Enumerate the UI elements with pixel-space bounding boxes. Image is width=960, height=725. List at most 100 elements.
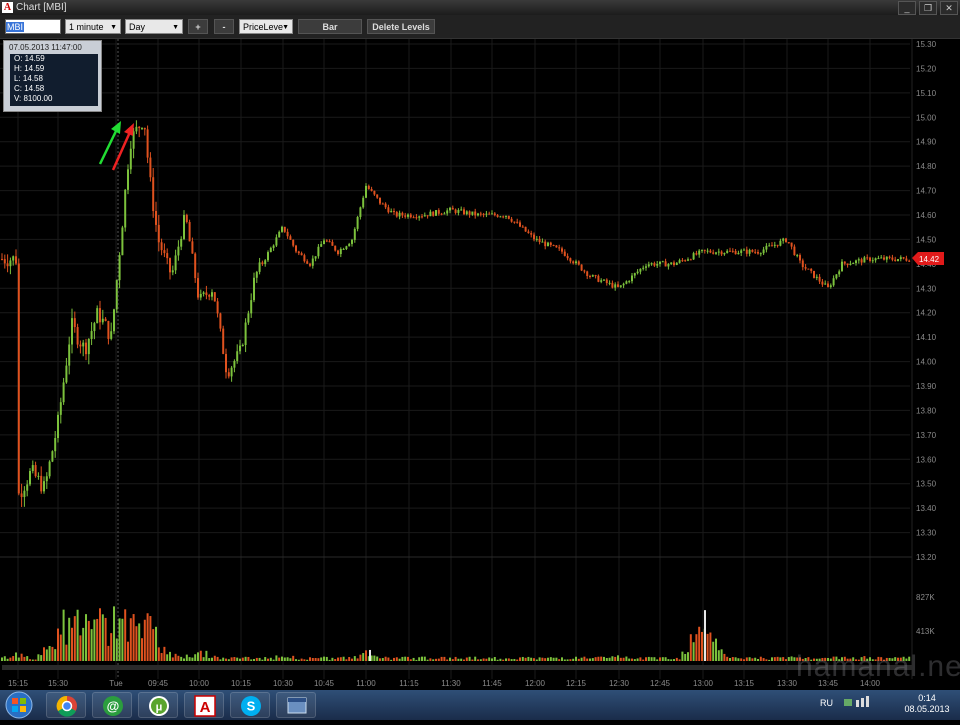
candle-body	[869, 257, 871, 261]
tray-icons[interactable]	[842, 696, 872, 712]
volume-bar	[544, 658, 547, 661]
candle-body	[71, 318, 73, 345]
minimize-button[interactable]: _	[898, 1, 916, 15]
candle-body	[45, 476, 48, 482]
candle-body	[65, 365, 68, 383]
chart-scrollbar[interactable]	[2, 665, 912, 670]
volume-bar	[664, 657, 667, 661]
volume-bar	[479, 659, 482, 661]
candle-body	[737, 252, 740, 255]
candle-body	[409, 214, 412, 218]
candle-body	[17, 263, 20, 494]
range-select[interactable]: Day ▼	[125, 19, 183, 34]
range-value: Day	[129, 22, 146, 32]
close-button[interactable]: ✕	[940, 1, 958, 15]
candle-body	[605, 279, 608, 284]
candle-body	[174, 255, 177, 271]
clock[interactable]: 0:14 08.05.2013	[898, 693, 956, 715]
candle-body	[779, 240, 782, 246]
volume-bar	[236, 657, 239, 661]
candle-body	[202, 292, 205, 294]
candle-body	[801, 260, 804, 268]
volume-bar	[437, 658, 440, 661]
zoom-out-button[interactable]: -	[214, 19, 234, 34]
volume-bar	[384, 656, 387, 661]
candle-body	[269, 247, 272, 253]
interval-select[interactable]: 1 minute ▼	[65, 19, 121, 34]
candle-body	[129, 148, 132, 170]
candle-body	[222, 328, 225, 354]
volume-bar	[549, 657, 552, 661]
volume-bar	[300, 658, 303, 661]
candle-body	[849, 263, 852, 265]
chart-toolbar: MBI 1 minute ▼ Day ▼ + - PriceLeve ▼ Bar De…	[0, 15, 960, 39]
volume-bar	[227, 659, 230, 661]
volume-bar	[720, 649, 723, 661]
drawing-tool-select[interactable]: PriceLeve ▼	[239, 19, 293, 34]
candle-body	[628, 281, 631, 283]
volume-bar	[3, 656, 6, 661]
time-tick-label: 13:30	[777, 679, 798, 688]
volume-bar	[667, 659, 670, 661]
volume-bar	[407, 656, 409, 661]
volume-bar	[331, 657, 334, 661]
volume-bar	[121, 618, 124, 661]
volume-bar	[689, 634, 692, 661]
bar-style-button[interactable]: Bar	[298, 19, 362, 34]
candle-body	[124, 189, 127, 228]
start-button[interactable]	[2, 690, 36, 720]
volume-bar	[211, 657, 213, 661]
maximize-button[interactable]: ❐	[919, 1, 937, 15]
candle-body	[787, 242, 790, 244]
candle-body	[743, 249, 745, 251]
candle-body	[404, 215, 407, 217]
volume-bar	[6, 658, 9, 661]
taskbar-window[interactable]	[276, 692, 316, 718]
chart-area[interactable]: 15.30 15.20 15.10 15.00 14.90 14.80 14.70 14.60…	[0, 39, 960, 690]
candle-body	[813, 270, 815, 278]
candle-body	[213, 292, 216, 302]
volume-bar	[762, 658, 765, 661]
candle-body	[880, 257, 883, 259]
volume-bar	[541, 657, 544, 661]
candle-body	[897, 259, 899, 261]
candle-body	[261, 262, 264, 265]
volume-bar	[261, 659, 264, 661]
taskbar-chrome[interactable]	[46, 692, 86, 718]
candle-body	[773, 244, 776, 246]
candle-body	[608, 282, 611, 284]
taskbar-trading-app[interactable]: A	[184, 692, 224, 718]
chevron-down-icon: ▼	[172, 24, 179, 31]
volume-bar	[132, 614, 135, 661]
candle-body	[309, 263, 311, 266]
candle-body	[241, 344, 244, 346]
symbol-input[interactable]: MBI	[5, 19, 61, 34]
time-tick-label: 12:15	[566, 679, 587, 688]
zoom-in-button[interactable]: +	[188, 19, 208, 34]
candle-body	[888, 256, 891, 258]
candle-body	[765, 245, 768, 250]
candle-body	[225, 353, 227, 373]
candle-body	[866, 257, 869, 259]
price-chart[interactable]: 15.30 15.20 15.10 15.00 14.90 14.80 14.70 14.60…	[0, 39, 960, 690]
volume-bar	[704, 610, 706, 661]
volume-bar	[225, 658, 227, 661]
volume-bar	[17, 657, 20, 661]
candle-body	[59, 402, 62, 415]
taskbar-skype[interactable]: S	[230, 692, 270, 718]
volume-bar	[96, 618, 99, 661]
volume-bar	[124, 609, 127, 661]
delete-levels-button[interactable]: Delete Levels	[367, 19, 435, 34]
candle-body	[617, 284, 619, 287]
volume-bar	[213, 655, 216, 661]
candle-body	[614, 284, 617, 288]
volume-bar	[390, 659, 393, 661]
candle-body	[146, 129, 149, 158]
candle-body	[289, 236, 292, 240]
language-indicator[interactable]: RU	[820, 698, 840, 708]
title-bar: A Chart [MBI] _ ❐ ✕	[0, 0, 960, 15]
taskbar-utorrent[interactable]: μ	[138, 692, 178, 718]
taskbar-mail[interactable]: @	[92, 692, 132, 718]
network-icon	[844, 696, 869, 707]
candle-body	[199, 293, 202, 298]
